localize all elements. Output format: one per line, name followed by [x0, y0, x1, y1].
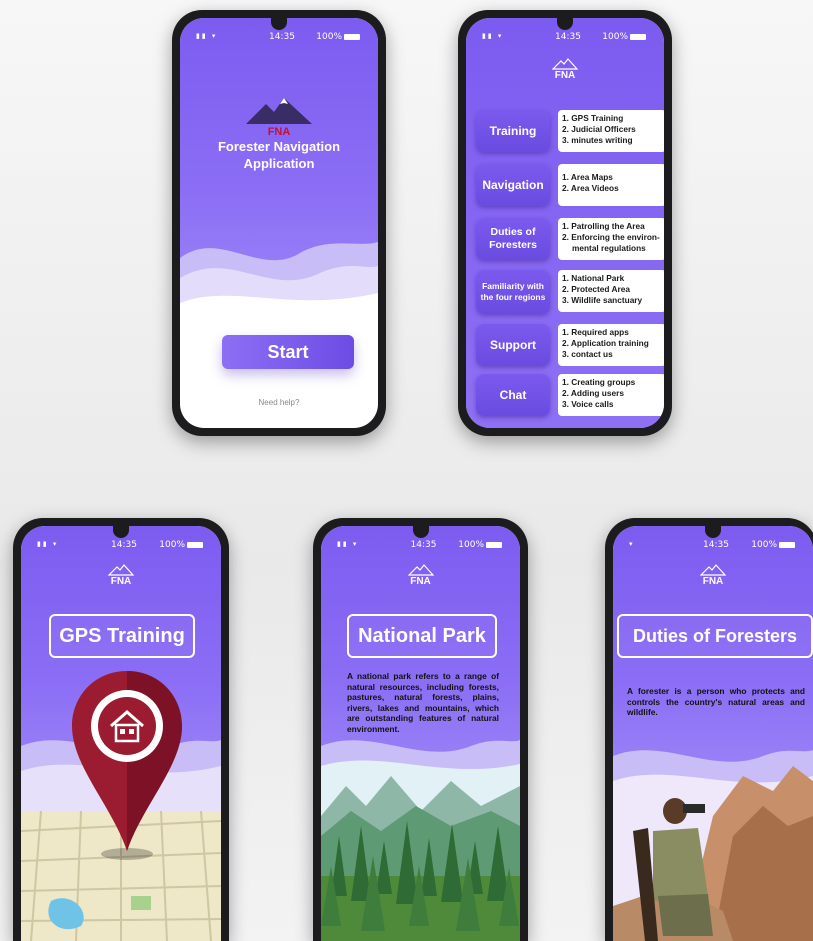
app-title-line2: Application [243, 156, 315, 171]
fna-logo: FNA [552, 58, 578, 81]
battery-icon: 100% [458, 540, 502, 550]
list-item[interactable]: 2. Area Videos [562, 183, 662, 194]
battery-icon: 100% [751, 540, 795, 550]
start-button[interactable]: Start [222, 335, 354, 369]
battery-icon: 100% [602, 32, 646, 42]
phone-gps: ▮▮ ▾ 14:35 100% FNA GPS Training [13, 518, 229, 941]
menu-training-box: 1. GPS Training 2. Judicial Officers 3. … [558, 110, 664, 152]
battery-level: 100% [316, 32, 342, 42]
fna-logo: FNA [407, 564, 434, 587]
menu-duties-box: 1. Patrolling the Area 2. Enforcing the … [558, 218, 664, 260]
menu-support-button[interactable]: Support [476, 324, 550, 366]
status-bar: ▮▮ ▾ 14:35 100% [321, 540, 520, 552]
logo-text: FNA [110, 576, 132, 587]
list-item[interactable]: 3. contact us [562, 349, 662, 360]
battery-level: 100% [602, 32, 628, 42]
menu-familiarity-box: 1. National Park 2. Protected Area 3. Wi… [558, 270, 664, 312]
forest-illustration [321, 740, 520, 941]
status-bar: ▮▮ ▾ 14:35 100% [466, 32, 664, 44]
signal-icon: ▮▮ ▾ [37, 540, 59, 548]
list-item[interactable]: mental regulations [562, 243, 662, 254]
mountain-logo-icon [552, 58, 578, 70]
wifi-icon: ▾ [629, 540, 635, 548]
help-link[interactable]: Need help? [180, 398, 378, 407]
mountain-logo-icon [246, 98, 312, 124]
signal-icon: ▮▮ ▾ [196, 32, 218, 40]
page-title: Duties of Foresters [617, 614, 813, 658]
mountain-logo-icon [108, 564, 134, 576]
list-item[interactable]: 2. Application training [562, 338, 662, 349]
page-title: National Park [347, 614, 497, 658]
fna-logo: FNA [108, 564, 134, 587]
status-bar: ▮▮ ▾ 14:35 100% [180, 32, 378, 44]
menu-chat-button[interactable]: Chat [476, 374, 550, 416]
status-time: 14:35 [269, 32, 295, 42]
list-item[interactable]: 2. Adding users [562, 388, 662, 399]
battery-icon: 100% [316, 32, 360, 42]
menu-navigation-button[interactable]: Navigation [476, 164, 550, 206]
phone-welcome: ▮▮ ▾ 14:35 100% FNA Forester Navigation … [172, 10, 386, 436]
list-item[interactable]: 2. Judicial Officers [562, 124, 662, 135]
description-text: A national park refers to a range of nat… [347, 671, 499, 734]
status-time: 14:35 [111, 540, 137, 550]
fna-logo: FNA [700, 564, 726, 587]
house-icon [110, 710, 144, 743]
list-item[interactable]: 2. Enforcing the environ- [562, 232, 662, 243]
phone-menu: ▮▮ ▾ 14:35 100% FNA Training 1. GPS Trai… [458, 10, 672, 436]
welcome-screen: ▮▮ ▾ 14:35 100% FNA Forester Navigation … [180, 18, 378, 428]
mountain-logo-icon [700, 564, 726, 576]
list-item[interactable]: 1. Required apps [562, 327, 662, 338]
menu-screen: ▮▮ ▾ 14:35 100% FNA Training 1. GPS Trai… [466, 18, 664, 428]
signal-icon: ▮▮ ▾ [337, 540, 359, 548]
phone-national-park: ▮▮ ▾ 14:35 100% FNA National Park A nati… [313, 518, 528, 941]
list-item[interactable]: 1. Area Maps [562, 172, 662, 183]
park-screen: ▮▮ ▾ 14:35 100% FNA National Park A nati… [321, 526, 520, 941]
list-item[interactable]: 1. Patrolling the Area [562, 221, 662, 232]
menu-support-box: 1. Required apps 2. Application training… [558, 324, 664, 366]
status-time: 14:35 [410, 540, 437, 550]
list-item[interactable]: 1. GPS Training [562, 113, 662, 124]
fna-logo: FNA [244, 96, 314, 138]
phone-duties: ▾ 14:35 100% FNA Duties of Foresters A f… [605, 518, 813, 941]
forester-photo [613, 750, 813, 941]
app-title-line1: Forester Navigation [217, 139, 341, 154]
list-item[interactable]: 1. National Park [562, 273, 662, 284]
logo-text: FNA [554, 70, 576, 81]
logo-text: FNA [702, 576, 724, 587]
battery-level: 100% [751, 540, 777, 550]
list-item[interactable]: 3. Voice calls [562, 399, 662, 410]
status-time: 14:35 [703, 540, 729, 550]
logo-text: FNA [267, 126, 291, 138]
battery-level: 100% [159, 540, 185, 550]
list-item[interactable]: 2. Protected Area [562, 284, 662, 295]
logo-text: FNA [410, 576, 431, 587]
list-item[interactable]: 3. Wildlife sanctuary [562, 295, 662, 306]
signal-icon: ▮▮ ▾ [482, 32, 504, 40]
duties-screen: ▾ 14:35 100% FNA Duties of Foresters A f… [613, 526, 813, 941]
menu-navigation-box: 1. Area Maps 2. Area Videos [558, 164, 664, 206]
app-title: Forester Navigation Application [180, 138, 378, 172]
battery-level: 100% [458, 540, 484, 550]
menu-chat-box: 1. Creating groups 2. Adding users 3. Vo… [558, 374, 664, 416]
description-text: A forester is a person who protects and … [627, 686, 805, 717]
menu-training-button[interactable]: Training [476, 110, 550, 152]
battery-icon: 100% [159, 540, 203, 550]
mountain-logo-icon [407, 564, 434, 576]
wave-decoration [180, 242, 378, 328]
list-item[interactable]: 3. minutes writing [562, 135, 662, 146]
gps-screen: ▮▮ ▾ 14:35 100% FNA GPS Training [21, 526, 221, 941]
status-time: 14:35 [555, 32, 581, 42]
list-item[interactable]: 1. Creating groups [562, 377, 662, 388]
page-title: GPS Training [49, 614, 195, 658]
status-bar: ▾ 14:35 100% [613, 540, 813, 552]
location-pin-icon [72, 671, 182, 860]
menu-familiarity-button[interactable]: Familiarity with the four regions [476, 270, 550, 314]
status-bar: ▮▮ ▾ 14:35 100% [21, 540, 221, 552]
menu-duties-button[interactable]: Duties of Foresters [476, 218, 550, 260]
